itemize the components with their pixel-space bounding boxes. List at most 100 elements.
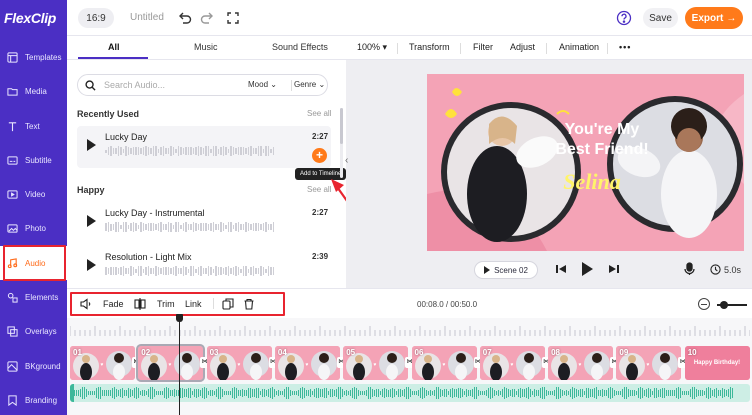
svg-text:♥: ♥: [169, 362, 172, 368]
waveform: [105, 222, 310, 232]
playhead[interactable]: [179, 316, 180, 415]
sidebar-item-background[interactable]: BKground: [0, 349, 67, 383]
svg-text:♥: ♥: [374, 362, 377, 368]
animation-button[interactable]: Animation: [559, 42, 599, 52]
skip-back-icon[interactable]: [555, 263, 567, 275]
help-icon[interactable]: [616, 10, 632, 26]
timeline-ruler[interactable]: [70, 324, 750, 336]
sidebar: Templates Media Text Subtitle Video Phot…: [0, 36, 67, 415]
list-item[interactable]: Lucky Day 2:27: [77, 126, 331, 168]
see-all-recent[interactable]: See all: [307, 109, 331, 118]
media-icon: [7, 87, 18, 96]
play-icon[interactable]: [87, 139, 96, 151]
sidebar-item-elements[interactable]: Elements: [0, 280, 67, 314]
scene-label: Scene 02: [494, 265, 528, 275]
split-icon[interactable]: [134, 298, 146, 310]
aspect-ratio-button[interactable]: 16:9: [78, 8, 114, 28]
microphone-icon[interactable]: [684, 262, 695, 276]
play-icon[interactable]: [580, 261, 594, 277]
timeline-clip[interactable]: ♥ 09: [616, 346, 682, 380]
scrollbar-thumb[interactable]: [340, 108, 343, 144]
sidebar-item-audio[interactable]: Audio: [0, 246, 67, 280]
zoom-out-icon[interactable]: [698, 298, 710, 310]
playhead-handle[interactable]: [176, 314, 183, 322]
sidebar-item-overlays[interactable]: Overlays: [0, 314, 67, 348]
tab-sound-effects[interactable]: Sound Effects: [272, 42, 328, 52]
trash-icon[interactable]: [243, 298, 255, 310]
genre-dropdown[interactable]: Genre ⌄: [294, 80, 325, 89]
scene-duration[interactable]: 5.0s: [710, 264, 741, 275]
export-label: Export: [691, 12, 724, 24]
text-icon: [8, 121, 17, 131]
sidebar-item-video[interactable]: Video: [0, 177, 67, 211]
divider: [460, 43, 461, 54]
svg-text:♥: ♥: [579, 362, 582, 368]
fullscreen-icon[interactable]: [225, 10, 241, 26]
search-input[interactable]: Search Audio... Mood ⌄ Genre ⌄: [77, 74, 328, 96]
play-icon[interactable]: [87, 215, 96, 227]
sidebar-item-label: BKground: [25, 361, 61, 371]
video-canvas[interactable]: You're My Best Friend! Selina: [427, 74, 744, 251]
filter-button[interactable]: Filter: [473, 42, 493, 52]
project-title[interactable]: Untitled: [130, 12, 164, 23]
adjust-button[interactable]: Adjust: [510, 42, 535, 52]
list-item[interactable]: Resolution - Light Mix 2:39: [77, 246, 331, 288]
timeline-clip[interactable]: ♥ 08: [548, 346, 614, 380]
tab-all[interactable]: All: [108, 42, 120, 52]
timeline-clip[interactable]: ♥ 02: [136, 344, 206, 382]
timeline-clip[interactable]: ♥ 01: [70, 346, 135, 380]
collapse-panel-icon[interactable]: ‹: [345, 155, 353, 175]
audio-trim-handle[interactable]: [70, 384, 74, 402]
export-button[interactable]: Export →: [685, 7, 743, 29]
sidebar-item-media[interactable]: Media: [0, 74, 67, 108]
sidebar-item-branding[interactable]: Branding: [0, 383, 67, 415]
track-name: Lucky Day: [105, 132, 148, 142]
sidebar-item-photo[interactable]: Photo: [0, 211, 67, 245]
logo[interactable]: FlexClip: [0, 0, 67, 36]
timeline-clip[interactable]: ♥ 04: [274, 346, 340, 380]
volume-icon[interactable]: [80, 298, 92, 310]
mood-dropdown[interactable]: Mood ⌄: [248, 80, 277, 89]
sidebar-item-text[interactable]: Text: [0, 109, 67, 143]
more-icon[interactable]: •••: [619, 42, 631, 52]
divider: [546, 43, 547, 54]
redo-icon[interactable]: [199, 10, 215, 26]
transform-button[interactable]: Transform: [409, 42, 450, 52]
save-button[interactable]: Save: [643, 8, 678, 28]
sidebar-item-label: Audio: [25, 258, 46, 268]
timeline-clip[interactable]: ♥ 05: [343, 346, 409, 380]
play-icon[interactable]: [87, 259, 96, 271]
sidebar-item-subtitle[interactable]: Subtitle: [0, 143, 67, 177]
fade-button[interactable]: Fade: [103, 299, 124, 309]
timeline-clip[interactable]: Happy Birthday! 10: [684, 346, 750, 380]
skip-forward-icon[interactable]: [608, 263, 620, 275]
clip-number: 01: [73, 348, 82, 357]
audio-track[interactable]: [70, 384, 750, 402]
mood-label: Mood: [248, 80, 269, 89]
section-title-happy: Happy: [77, 185, 105, 195]
scene-dropdown[interactable]: Scene 02: [474, 261, 538, 279]
tab-music[interactable]: Music: [194, 42, 218, 52]
link-button[interactable]: Link: [185, 299, 202, 309]
undo-icon[interactable]: [177, 10, 193, 26]
zoom-slider-handle[interactable]: [720, 301, 728, 309]
zoom-value: 100%: [357, 42, 381, 52]
background-icon: [7, 360, 18, 372]
chevron-down-icon: ⌄: [270, 80, 277, 89]
list-item[interactable]: Lucky Day - Instrumental 2:27: [77, 202, 331, 244]
tab-active-underline: [78, 57, 148, 59]
sidebar-item-label: Media: [25, 86, 47, 96]
clip-number: 09: [619, 348, 629, 357]
timeline-clip[interactable]: ♥ 07: [479, 346, 545, 380]
timeline-clip[interactable]: ♥ 06: [411, 346, 477, 380]
zoom-dropdown[interactable]: 100% ▾: [357, 42, 387, 53]
search-placeholder: Search Audio...: [104, 80, 166, 90]
divider: [397, 43, 398, 54]
trim-button[interactable]: Trim: [157, 299, 175, 309]
duplicate-icon[interactable]: [222, 298, 234, 310]
add-to-timeline-button[interactable]: +: [312, 148, 327, 163]
sidebar-item-templates[interactable]: Templates: [0, 40, 67, 74]
track-name: Lucky Day - Instrumental: [105, 208, 205, 218]
timeline-clip[interactable]: ♥ 03: [206, 346, 272, 380]
svg-text:♥: ♥: [237, 362, 240, 368]
